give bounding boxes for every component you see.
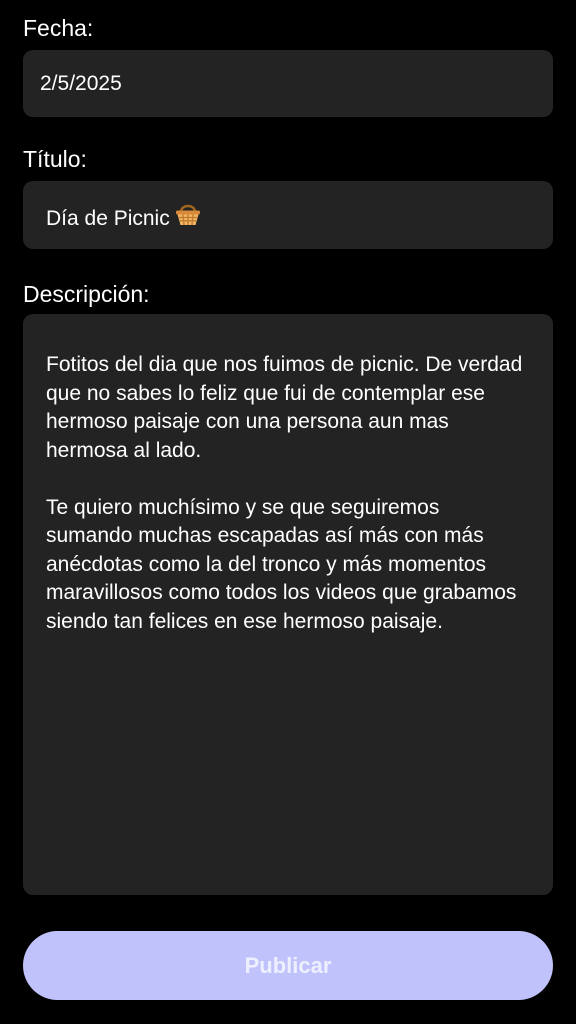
publish-button-label: Publicar xyxy=(244,952,332,978)
title-field[interactable]: Día de Picnic xyxy=(23,181,553,249)
publish-button[interactable]: Publicar xyxy=(23,931,553,1000)
description-label: Descripción: xyxy=(23,281,150,307)
date-label: Fecha: xyxy=(23,15,94,41)
date-value: 2/5/2025 xyxy=(40,72,122,95)
basket-icon xyxy=(174,201,202,234)
description-field[interactable]: Fotitos del dia que nos fuimos de picnic… xyxy=(23,314,553,895)
title-label: Título: xyxy=(23,146,87,172)
description-paragraph: Te quiero muchísimo y se que seguiremos … xyxy=(46,495,517,633)
date-field[interactable]: 2/5/2025 xyxy=(23,50,553,117)
title-value: Día de Picnic xyxy=(46,207,170,231)
description-paragraph: Fotitos del dia que nos fuimos de picnic… xyxy=(46,353,523,462)
title-value-wrap: Día de Picnic xyxy=(46,203,202,236)
description-text: Fotitos del dia que nos fuimos de picnic… xyxy=(46,351,526,665)
